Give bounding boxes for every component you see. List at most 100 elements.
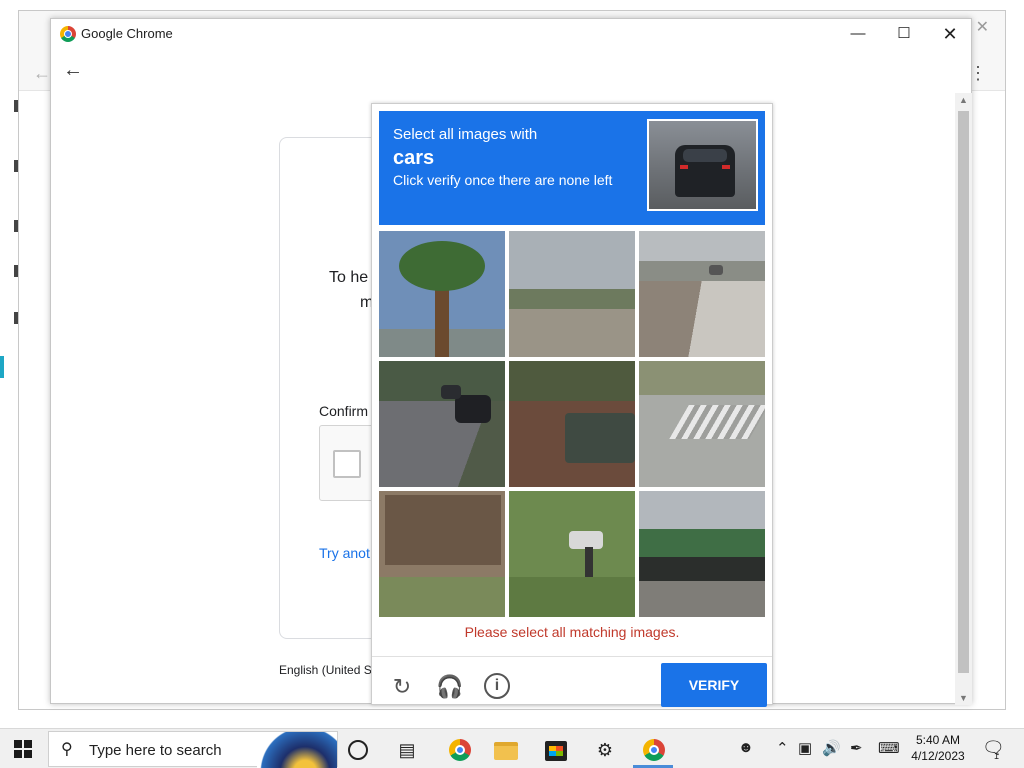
volume-icon[interactable]: 🔊 bbox=[822, 739, 841, 757]
chrome-icon bbox=[449, 739, 471, 761]
captcha-tile[interactable] bbox=[379, 231, 505, 357]
captcha-instruction: Select all images with bbox=[393, 126, 538, 143]
clock-date: 4/12/2023 bbox=[911, 749, 965, 763]
keyboard-icon[interactable]: ⌨ bbox=[878, 739, 900, 757]
house bbox=[385, 495, 501, 565]
chrome-profile-icon[interactable] bbox=[447, 737, 473, 763]
parked-car bbox=[441, 385, 461, 399]
task-view-icon[interactable]: ▤ bbox=[394, 737, 420, 763]
tile-foliage bbox=[639, 361, 765, 395]
info-icon[interactable]: i bbox=[484, 673, 510, 699]
search-icon: ⚲ bbox=[61, 741, 73, 758]
refresh-icon[interactable]: ↻ bbox=[388, 673, 416, 701]
chrome-icon bbox=[643, 739, 665, 761]
distant-car bbox=[709, 265, 723, 275]
start-pane bbox=[14, 740, 22, 748]
clock[interactable]: 5:40 AM 4/12/2023 bbox=[908, 732, 968, 764]
minimize-button[interactable]: — bbox=[843, 23, 873, 45]
background-close-icon[interactable]: ✕ bbox=[976, 17, 989, 37]
scroll-down-icon[interactable]: ▼ bbox=[959, 693, 968, 703]
tile-foliage bbox=[509, 361, 635, 401]
mailbox-post bbox=[585, 547, 593, 577]
store-bag-icon bbox=[545, 741, 567, 761]
edge-mark bbox=[14, 220, 18, 232]
titlebar: Google Chrome — ☐ ✕ bbox=[51, 19, 971, 49]
language-selector[interactable]: English (United S bbox=[279, 663, 372, 677]
dumpster bbox=[565, 413, 635, 463]
tile-grass bbox=[509, 577, 635, 617]
notification-count: 1 bbox=[994, 751, 1000, 761]
confirm-label: Confirm bbox=[319, 403, 369, 419]
crosswalk bbox=[669, 405, 765, 439]
verify-button[interactable]: VERIFY bbox=[661, 663, 767, 707]
store-icon[interactable] bbox=[543, 737, 569, 763]
scroll-up-icon[interactable]: ▲ bbox=[959, 95, 968, 105]
chevron-up-icon[interactable]: ⌃ bbox=[776, 739, 789, 757]
tile-horizon bbox=[639, 261, 765, 281]
tile-trees bbox=[639, 529, 765, 557]
edge-mark bbox=[14, 312, 18, 324]
tile-treeline bbox=[509, 289, 635, 309]
captcha-tile[interactable] bbox=[379, 491, 505, 617]
edge-mark bbox=[14, 265, 18, 277]
chrome-window: Google Chrome — ☐ ✕ ← To he m Confirm Tr… bbox=[50, 18, 972, 707]
settings-icon[interactable]: ⚙ bbox=[592, 737, 618, 763]
captcha-tile[interactable] bbox=[509, 361, 635, 487]
taskbar-search-box[interactable]: ⚲ Type here to search bbox=[48, 731, 338, 768]
edge-mark bbox=[14, 100, 18, 112]
edge-mark bbox=[14, 160, 18, 172]
overpass bbox=[639, 557, 765, 581]
captcha-tile[interactable] bbox=[379, 361, 505, 487]
windows-start-icon[interactable] bbox=[14, 740, 32, 758]
start-pane bbox=[24, 740, 32, 748]
captcha-header: Select all images with cars Click verify… bbox=[379, 111, 765, 225]
folder-icon bbox=[494, 742, 518, 760]
back-arrow-icon[interactable]: ← bbox=[63, 59, 83, 82]
tile-grass bbox=[379, 577, 505, 617]
chrome-taskbar-icon[interactable] bbox=[641, 737, 667, 763]
left-edge-strip bbox=[0, 100, 18, 400]
captcha-target: cars bbox=[393, 147, 435, 169]
car-taillight bbox=[680, 165, 688, 169]
captcha-error-message: Please select all matching images. bbox=[464, 624, 680, 640]
try-another-link[interactable]: Try anot bbox=[319, 545, 370, 561]
search-highlight-image bbox=[257, 732, 337, 768]
captcha-tile[interactable] bbox=[639, 231, 765, 357]
maximize-button[interactable]: ☐ bbox=[889, 23, 919, 45]
edge-accent bbox=[0, 356, 4, 378]
captcha-tile[interactable] bbox=[639, 491, 765, 617]
car-taillight bbox=[722, 165, 730, 169]
cortana-icon[interactable] bbox=[348, 740, 368, 760]
scroll-thumb[interactable] bbox=[958, 111, 969, 673]
tile-ground bbox=[509, 309, 635, 357]
palm-leaves bbox=[399, 241, 485, 291]
scrollbar[interactable]: ▲ ▼ bbox=[955, 93, 972, 705]
pen-icon[interactable]: ✒ bbox=[850, 739, 863, 757]
captcha-footer: ↻ 🎧 i VERIFY bbox=[372, 656, 772, 707]
parked-car bbox=[455, 395, 491, 423]
people-icon[interactable]: ☻ bbox=[738, 739, 754, 756]
chrome-icon bbox=[60, 26, 76, 42]
headphones-icon[interactable]: 🎧 bbox=[436, 673, 464, 701]
captcha-sample-image bbox=[647, 119, 758, 211]
captcha-tile[interactable] bbox=[509, 491, 635, 617]
tile-road bbox=[639, 281, 765, 357]
background-back-icon[interactable]: ← bbox=[33, 63, 51, 84]
car-image bbox=[675, 145, 735, 197]
captcha-tile[interactable] bbox=[509, 231, 635, 357]
start-pane bbox=[24, 750, 32, 758]
recaptcha-checkbox[interactable] bbox=[333, 450, 361, 478]
clock-time: 5:40 AM bbox=[915, 733, 961, 747]
search-placeholder: Type here to search bbox=[89, 742, 222, 759]
car-window bbox=[683, 149, 727, 162]
file-explorer-icon[interactable] bbox=[494, 737, 520, 763]
taskbar: ⚲ Type here to search ▤ ⚙ ☻ ⌃ ▣ 🔊 ✒ ⌨ 5:… bbox=[0, 728, 1024, 768]
start-pane bbox=[14, 750, 22, 758]
window-title: Google Chrome bbox=[81, 26, 173, 41]
network-icon[interactable]: ▣ bbox=[798, 739, 812, 757]
tile-road bbox=[639, 581, 765, 617]
close-button[interactable]: ✕ bbox=[935, 23, 965, 45]
captcha-challenge: Select all images with cars Click verify… bbox=[371, 103, 773, 707]
captcha-subinstruction: Click verify once there are none left bbox=[393, 172, 613, 188]
captcha-tile[interactable] bbox=[639, 361, 765, 487]
